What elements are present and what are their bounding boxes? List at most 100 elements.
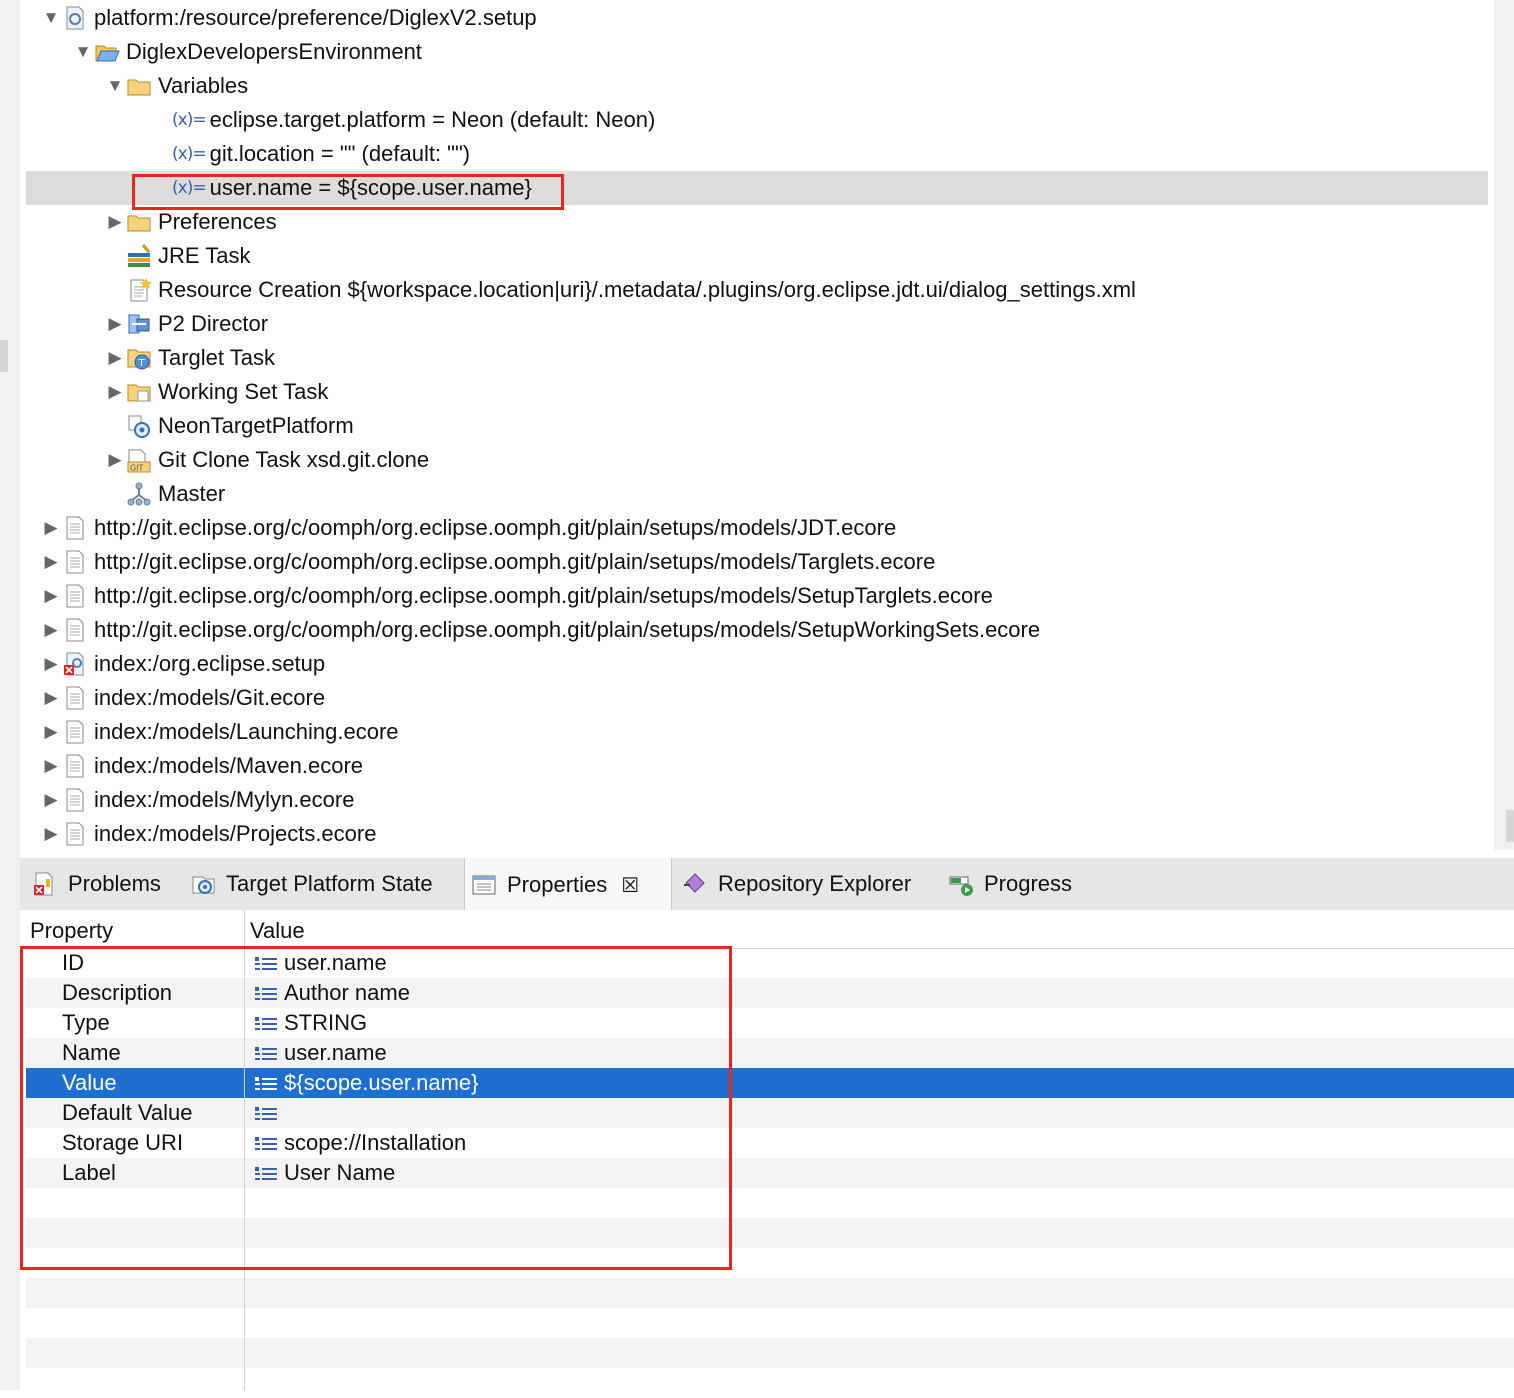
tree-row[interactable]: ▶ index:/models/Git.ecore [20,681,1494,715]
setup-file-icon [62,5,88,31]
target-platform-state-icon [190,871,216,897]
tree-row-label: index:/models/Mylyn.ecore [94,787,355,812]
tree-row[interactable]: ▶ index:/models/Mylyn.ecore [20,783,1494,817]
column-header-value[interactable]: Value [250,916,305,946]
svg-text:T: T [138,358,146,369]
tree-row-label: http://git.eclipse.org/c/oomph/org.eclip… [94,583,993,608]
tree-row-label: index:/models/Git.ecore [94,685,326,710]
document-icon [62,685,88,711]
expand-toggle-icon[interactable]: ▶ [104,313,126,335]
expand-toggle-icon[interactable]: ▶ [40,755,62,777]
expand-toggle-icon[interactable]: ▶ [40,619,62,641]
tree-row-label: Working Set Task [158,379,329,404]
setup-editor-tree[interactable]: ▼ platform:/resource/preference/DiglexV2.… [20,0,1494,850]
repository-explorer-icon [682,871,708,897]
tree-row[interactable]: ▶ http://git.eclipse.org/c/oomph/org.ecli… [20,613,1494,647]
tree-row[interactable]: ▶ index:/models/Maven.ecore [20,749,1494,783]
tree-row[interactable]: ▶ T Targlet Task [20,341,1494,375]
tree-row-label: Master [158,481,226,506]
document-icon [62,515,88,541]
tree-row-label: Git Clone Task xsd.git.clone [158,447,430,472]
tree-row[interactable]: ▶ http://git.eclipse.org/c/oomph/org.ecli… [20,511,1494,545]
expand-toggle-icon[interactable]: ▶ [104,211,126,233]
expand-toggle-icon[interactable]: ▶ [40,551,62,573]
tree-row-label: Resource Creation ${workspace.location|u… [158,277,1136,302]
folder-icon [126,209,152,235]
svg-text:GIT: GIT [130,464,144,473]
variable-icon: (x)= [172,144,207,164]
expand-toggle-icon[interactable]: ▶ [40,823,62,845]
expand-toggle-icon[interactable]: ▼ [104,75,126,97]
tree-row[interactable]: ▶ index:/models/Launching.ecore [20,715,1494,749]
expand-toggle-icon[interactable]: ▶ [104,347,126,369]
tab-label: Target Platform State [226,871,433,896]
document-icon [62,719,88,745]
tree-row-label: Targlet Task [158,345,275,370]
tree-row-label: Preferences [158,209,277,234]
expand-toggle-icon[interactable]: ▼ [40,7,62,29]
tree-row[interactable]: ▶ P2 Director [20,307,1494,341]
tree-row[interactable]: (x)= git.location = "" (default: "") [20,137,1494,171]
close-icon[interactable]: ☒ [621,873,639,897]
tab-label: Problems [68,871,161,896]
folder-icon [126,73,152,99]
tree-row[interactable]: ▶ GIT Git Clone Task xsd.git.clone [20,443,1494,477]
tree-row-label: http://git.eclipse.org/c/oomph/org.eclip… [94,617,1041,642]
document-icon [62,753,88,779]
expand-toggle-icon[interactable]: ▶ [40,585,62,607]
expand-toggle-icon[interactable]: ▶ [40,789,62,811]
expand-toggle-icon[interactable]: ▶ [104,381,126,403]
progress-icon [948,871,974,897]
tree-row[interactable]: ▼ Variables [20,69,1494,103]
tree-row[interactable]: ▶ index:/models/Projects.ecore [20,817,1494,850]
tree-row-label: git.location = "" (default: "") [209,141,471,166]
right-window-edge [1494,0,1514,850]
empty-row [26,1368,1514,1398]
tree-row[interactable]: ▶ http://git.eclipse.org/c/oomph/org.ecli… [20,579,1494,613]
tree-row[interactable]: NeonTargetPlatform [20,409,1494,443]
tree-row-label: JRE Task [158,243,251,268]
tree-row[interactable]: ▼ DiglexDevelopersEnvironment [20,35,1494,69]
jre-task-icon [126,243,152,269]
tree-row[interactable]: ▼ platform:/resource/preference/DiglexV2.… [20,1,1494,35]
left-window-edge [0,0,20,1390]
view-tab-bar: Problems Target Platform State Properties ☒… [20,858,1514,911]
expand-toggle-icon[interactable]: ▼ [72,41,94,63]
tree-row[interactable]: JRE Task [20,239,1494,273]
expand-toggle-icon[interactable]: ▶ [40,653,62,675]
empty-row [26,1278,1514,1308]
expand-toggle-icon[interactable]: ▶ [40,721,62,743]
tree-row[interactable]: ▶ Preferences [20,205,1494,239]
expand-toggle-icon[interactable]: ▶ [104,449,126,471]
highlight-box-variable [132,174,564,210]
document-icon [62,821,88,847]
expand-toggle-icon[interactable]: ▶ [40,517,62,539]
tree-row[interactable]: Resource Creation ${workspace.location|u… [20,273,1494,307]
tree-row[interactable]: Master [20,477,1494,511]
tab-properties[interactable]: Properties ☒ [464,858,672,911]
working-set-icon [126,379,152,405]
tree-row[interactable]: ▶ Working Set Task [20,375,1494,409]
empty-row [26,1308,1514,1338]
tab-problems[interactable]: Problems [26,858,176,910]
tree-row[interactable]: ▶ index:/org.eclipse.setup [20,647,1494,681]
column-header-property[interactable]: Property [30,916,113,946]
tree-row[interactable]: (x)= eclipse.target.platform = Neon (defa… [20,103,1494,137]
tab-repository-explorer[interactable]: Repository Explorer [676,858,934,910]
expand-toggle-icon[interactable]: ▶ [40,687,62,709]
master-icon [126,481,152,507]
sash-handle[interactable] [0,340,8,372]
tab-target-platform-state[interactable]: Target Platform State [184,858,456,910]
setup-error-icon [62,651,88,677]
tree-row-label: eclipse.target.platform = Neon (default:… [209,107,656,132]
scrollbar-thumb[interactable] [1506,810,1514,842]
tree-row-label: http://git.eclipse.org/c/oomph/org.eclip… [94,515,897,540]
tab-progress[interactable]: Progress [942,858,1092,910]
targlet-task-icon: T [126,345,152,371]
variable-icon: (x)= [172,110,207,130]
document-icon [62,787,88,813]
tree-row[interactable]: ▶ http://git.eclipse.org/c/oomph/org.ecli… [20,545,1494,579]
